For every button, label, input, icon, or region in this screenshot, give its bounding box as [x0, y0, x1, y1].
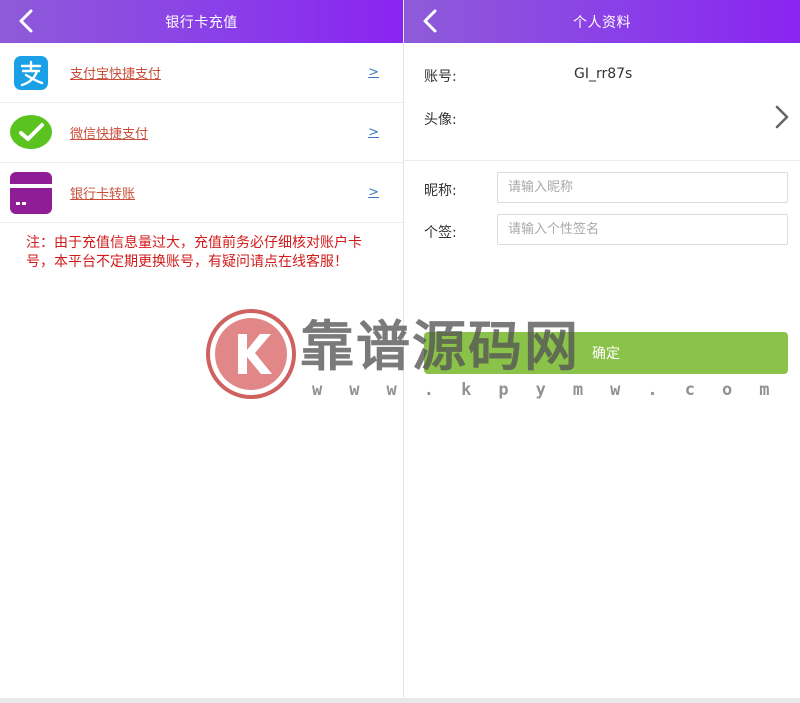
signature-input[interactable]: [497, 214, 788, 245]
k-logo-icon: [206, 309, 296, 399]
wechat-icon: [10, 114, 52, 149]
account-value: GI_rr87s: [574, 66, 633, 82]
account-label: 账号:: [424, 69, 457, 85]
back-button[interactable]: [14, 8, 38, 34]
watermark-text: 靠谱源码网: [300, 315, 580, 378]
bank-card-icon: [10, 171, 52, 214]
nickname-input[interactable]: [497, 172, 788, 203]
profile-header: 个人资料: [404, 0, 800, 43]
payment-label[interactable]: 银行卡转账: [70, 183, 135, 202]
payment-option-wechat[interactable]: 微信快捷支付 >: [0, 103, 403, 163]
payment-label[interactable]: 微信快捷支付: [70, 123, 148, 142]
payment-arrow[interactable]: >: [368, 65, 379, 80]
page-title: 银行卡充值: [165, 14, 238, 31]
alipay-icon: [14, 55, 48, 90]
chevron-left-icon: [19, 9, 33, 33]
recharge-notice: 注：由于充值信息量过大，充值前务必仔细核对账户卡号，本平台不定期更换账号，有疑问…: [26, 235, 362, 270]
nickname-label: 昵称:: [424, 183, 457, 199]
chevron-right-icon[interactable]: [774, 104, 790, 130]
page-title: 个人资料: [573, 14, 631, 31]
back-button[interactable]: [418, 8, 442, 34]
recharge-header: 银行卡充值: [0, 0, 403, 43]
payment-option-bank[interactable]: 银行卡转账 >: [0, 163, 403, 223]
avatar-label: 头像:: [424, 112, 457, 128]
bottom-strip: [0, 698, 800, 703]
signature-label: 个签:: [424, 225, 457, 241]
watermark-url: w w w . k p y m w . c o m: [312, 380, 778, 400]
chevron-left-icon: [423, 9, 437, 33]
payment-option-alipay[interactable]: 支付宝快捷支付 >: [0, 43, 403, 103]
payment-arrow[interactable]: >: [368, 125, 379, 140]
payment-label[interactable]: 支付宝快捷支付: [70, 63, 161, 82]
payment-arrow[interactable]: >: [368, 185, 379, 200]
section-divider: [404, 160, 800, 161]
